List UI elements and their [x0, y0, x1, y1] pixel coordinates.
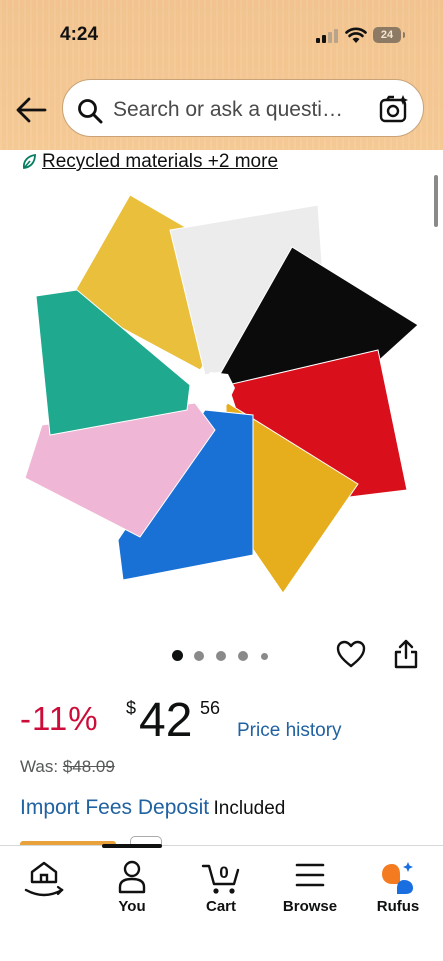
nav-label: Rufus	[376, 898, 420, 915]
nav-label: Cart	[205, 898, 236, 915]
product-image[interactable]	[0, 185, 443, 605]
price-whole: 42	[139, 694, 193, 747]
sustainability-link[interactable]: Recycled materials +2 more	[42, 151, 278, 173]
cart-icon: 0	[201, 863, 240, 894]
home-icon	[24, 861, 64, 897]
status-bar: 4:24 24	[0, 0, 443, 70]
carousel-dot[interactable]	[238, 651, 248, 661]
search-icon	[78, 99, 103, 124]
nav-label: Browse	[282, 898, 338, 915]
was-price: $48.09	[62, 757, 115, 776]
carousel-dot[interactable]	[216, 651, 226, 661]
nav-browse[interactable]: Browse	[266, 846, 354, 926]
price-currency: $	[126, 698, 137, 718]
person-icon	[118, 860, 146, 894]
color-sheets	[24, 194, 419, 594]
nav-rufus[interactable]: Rufus	[354, 846, 442, 926]
price-fraction: 56	[200, 698, 221, 718]
nav-label: You	[118, 898, 146, 915]
discount-percent: -11%	[20, 700, 99, 737]
import-fees-link[interactable]: Import Fees Deposit	[20, 796, 209, 819]
header: 4:24 24 Search or ask a questi…	[0, 0, 443, 150]
leaf-icon	[22, 154, 36, 170]
search-placeholder: Search or ask a questi…	[113, 98, 343, 121]
wishlist-heart-icon[interactable]	[336, 640, 366, 668]
cellular-signal-icon	[316, 29, 338, 43]
was-label: Was:	[20, 757, 59, 776]
was-price-row: Was: $48.09	[20, 757, 115, 777]
rufus-icon	[382, 862, 413, 894]
carousel-dot[interactable]	[194, 651, 204, 661]
wifi-icon	[345, 27, 367, 43]
battery-icon: 24	[373, 27, 405, 43]
back-button[interactable]	[15, 96, 47, 124]
nav-home[interactable]	[0, 846, 88, 926]
nav-cart[interactable]: 0 Cart	[177, 846, 265, 926]
nav-you[interactable]: You	[88, 846, 176, 926]
menu-icon	[295, 863, 325, 887]
search-input[interactable]: Search or ask a questi…	[62, 79, 424, 137]
bottom-nav: You 0 Cart Browse Rufus	[0, 844, 443, 961]
import-fees-row: Import Fees Deposit Included	[20, 796, 285, 820]
import-fees-status: Included	[213, 798, 286, 819]
camera-search-icon[interactable]	[379, 94, 409, 124]
price-history-link[interactable]: Price history	[237, 720, 342, 742]
share-icon[interactable]	[393, 638, 419, 670]
status-time: 4:24	[60, 24, 99, 45]
carousel-dot[interactable]	[261, 653, 268, 660]
carousel-dot-active[interactable]	[172, 650, 183, 661]
cart-count: 0	[219, 863, 228, 882]
